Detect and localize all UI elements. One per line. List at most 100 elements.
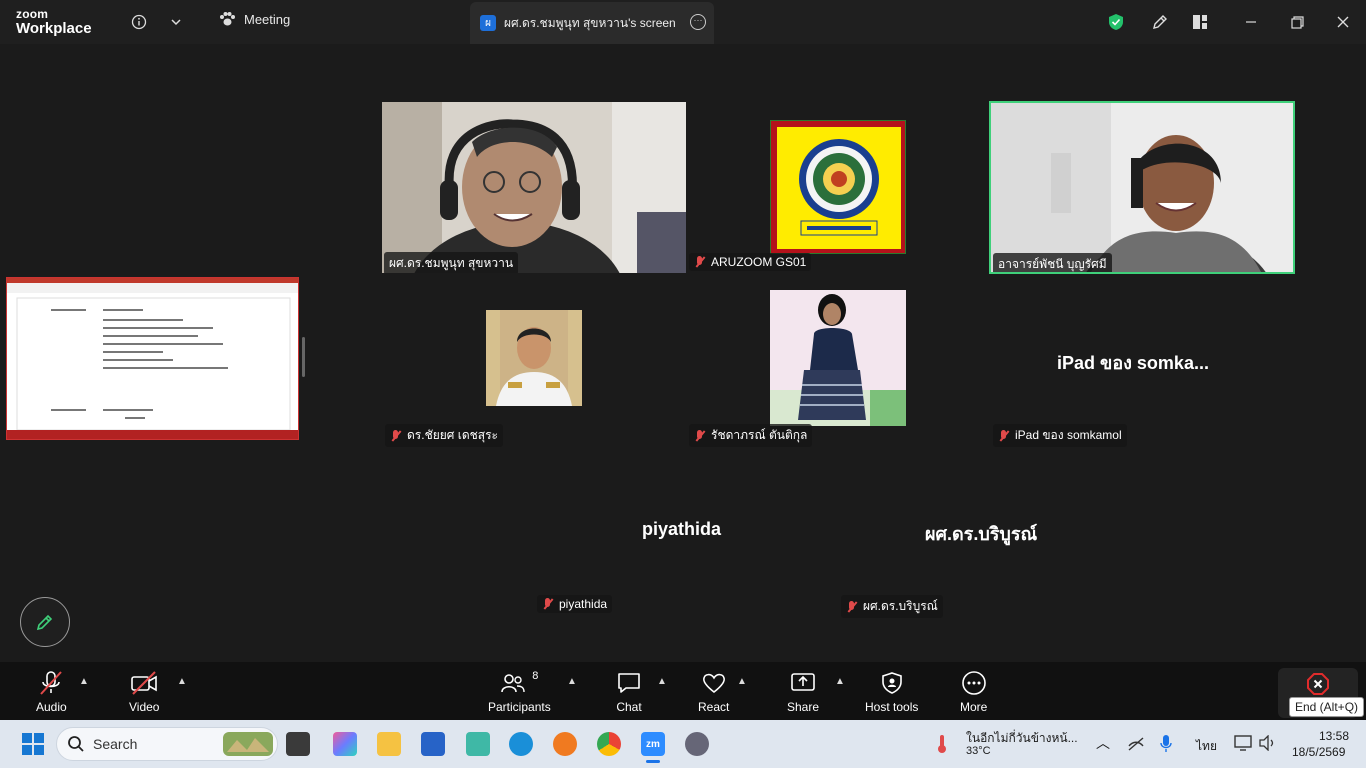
video-tile-ratchadaporn[interactable] xyxy=(770,290,906,426)
participants-label: Participants xyxy=(488,700,551,714)
logo-line2: Workplace xyxy=(16,20,92,37)
video-tile-chaiyos[interactable] xyxy=(486,310,582,406)
pencil-icon xyxy=(36,614,53,631)
tab-shared-screen[interactable]: ผ ผศ.ดร.ชมพูนุท สุขหวาน's screen ··· xyxy=(470,2,714,44)
screen-owner-badge: ผ xyxy=(480,15,496,31)
temperature: 33°C xyxy=(966,745,991,757)
chat-button[interactable]: Chat xyxy=(616,670,642,714)
meeting-controls: Audio ▲ Video ▲ 8 Participants ▲ Chat ▲ … xyxy=(0,662,1366,720)
edge-icon[interactable] xyxy=(509,732,533,756)
participant-name: piyathida xyxy=(559,597,608,611)
participant-video xyxy=(991,103,1293,272)
clock-date[interactable]: 18/5/2569 xyxy=(1292,745,1345,759)
more-icon xyxy=(961,670,987,696)
participant-video xyxy=(382,102,686,273)
participant-name-tag: ผศ.ดร.บริบูรณ์ xyxy=(841,595,943,618)
display-icon[interactable] xyxy=(1234,735,1252,756)
more-label: More xyxy=(960,700,988,714)
end-icon xyxy=(1307,673,1329,695)
logo-line1: zoom xyxy=(16,7,49,21)
participant-name: รัชดาภรณ์ ตันติกุล xyxy=(711,428,808,442)
mic-muted-icon xyxy=(846,600,858,613)
participant-name: อาจารย์พัชนี บุญรัศมี xyxy=(998,257,1107,271)
video-button[interactable]: Video xyxy=(129,670,159,714)
video-tile-aruzoom[interactable] xyxy=(770,120,906,254)
host-tools-button[interactable]: Host tools xyxy=(865,670,918,714)
microphone-icon[interactable] xyxy=(1159,734,1173,759)
react-label: React xyxy=(698,700,730,714)
mic-muted-icon xyxy=(694,256,706,268)
participants-button[interactable]: 8 Participants xyxy=(488,670,551,714)
chat-icon xyxy=(616,670,642,696)
copilot-icon[interactable] xyxy=(333,732,357,756)
host-tools-label: Host tools xyxy=(865,700,919,714)
store-icon[interactable] xyxy=(421,732,445,756)
audio-options-caret[interactable]: ▲ xyxy=(79,676,89,687)
share-label: Share xyxy=(787,700,820,714)
resize-handle[interactable] xyxy=(302,337,305,377)
firefox-icon[interactable] xyxy=(553,732,577,756)
share-screen-icon xyxy=(789,670,817,696)
layout-icon[interactable] xyxy=(1188,10,1212,34)
mic-muted-icon xyxy=(542,598,554,610)
close-icon[interactable] xyxy=(1331,10,1355,34)
search-placeholder: Search xyxy=(93,736,138,752)
chat-options-caret[interactable]: ▲ xyxy=(657,676,667,687)
language-indicator[interactable]: ไทย xyxy=(1196,737,1217,756)
task-view-icon[interactable] xyxy=(286,732,310,756)
network-off-icon[interactable] xyxy=(1127,736,1145,757)
video-tile-active-speaker[interactable]: อาจารย์พัชนี บุญรัศมี xyxy=(989,101,1295,274)
clock-time[interactable]: 13:58 xyxy=(1319,729,1349,743)
participant-name: ดร.ชัยยศ เดชสุระ xyxy=(407,428,498,442)
share-options-caret[interactable]: ▲ xyxy=(835,676,845,687)
minimize-icon[interactable] xyxy=(1239,10,1263,34)
shield-icon[interactable] xyxy=(1104,10,1128,34)
volume-icon[interactable] xyxy=(1258,734,1276,756)
zoom-taskbar-icon[interactable]: zm xyxy=(641,732,665,756)
participant-name: iPad ของ somkamol xyxy=(1015,428,1122,442)
participant-display-name: iPad ของ somka... xyxy=(1057,353,1209,373)
participant-name-tag: iPad ของ somkamol xyxy=(993,424,1127,447)
chevron-down-icon[interactable] xyxy=(164,10,188,34)
more-icon[interactable]: ··· xyxy=(690,14,706,30)
mic-muted-icon xyxy=(390,429,402,442)
end-tooltip: End (Alt+Q) xyxy=(1289,697,1365,717)
restore-icon[interactable] xyxy=(1285,10,1309,34)
video-options-caret[interactable]: ▲ xyxy=(177,676,187,687)
react-options-caret[interactable]: ▲ xyxy=(737,676,747,687)
share-button[interactable]: Share xyxy=(787,670,819,714)
paw-icon xyxy=(220,12,235,26)
participant-name-tag: อาจารย์พัชนี บุญรัศมี xyxy=(993,253,1112,272)
participant-name: ผศ.ดร.บริบูรณ์ xyxy=(863,599,938,613)
active-app-indicator xyxy=(646,760,660,763)
more-button[interactable]: More xyxy=(960,670,987,714)
mic-muted-icon xyxy=(998,429,1010,442)
mic-muted-icon xyxy=(694,429,706,442)
tab-meeting[interactable]: Meeting xyxy=(218,11,290,27)
video-tile-host[interactable]: ผศ.ดร.ชมพูนุท สุขหวาน xyxy=(382,102,686,273)
heart-icon xyxy=(701,670,727,696)
phone-link-icon[interactable] xyxy=(466,732,490,756)
settings-gear-icon[interactable] xyxy=(685,732,709,756)
participants-options-caret[interactable]: ▲ xyxy=(567,676,577,687)
chevron-up-icon[interactable]: ︿ xyxy=(1096,733,1110,753)
shared-screen-thumbnail[interactable] xyxy=(6,277,299,440)
search-highlight-image xyxy=(223,732,273,756)
react-button[interactable]: React xyxy=(698,670,729,714)
audio-button[interactable]: Audio xyxy=(36,670,67,714)
title-bar: zoom Workplace Meeting ผ ผศ.ดร.ชมพูนุท ส… xyxy=(0,0,1366,44)
thermometer-icon xyxy=(935,734,949,754)
annotate-pencil-icon[interactable] xyxy=(1148,10,1172,34)
windows-start-icon[interactable] xyxy=(22,733,44,755)
taskbar-search[interactable]: Search xyxy=(56,727,278,761)
mic-muted-icon xyxy=(38,670,64,696)
file-explorer-icon[interactable] xyxy=(377,732,401,756)
participant-name-tag: piyathida xyxy=(537,595,613,613)
chrome-icon[interactable] xyxy=(597,732,621,756)
participant-name-tag: รัชดาภรณ์ ตันติกุล xyxy=(689,424,813,447)
info-icon[interactable] xyxy=(127,10,151,34)
tab-screen-label: ผศ.ดร.ชมพูนุท สุขหวาน's screen xyxy=(504,15,676,30)
annotate-button[interactable] xyxy=(20,597,70,647)
participant-name-tag: ARUZOOM GS01 xyxy=(689,253,812,271)
document-preview xyxy=(7,278,298,439)
